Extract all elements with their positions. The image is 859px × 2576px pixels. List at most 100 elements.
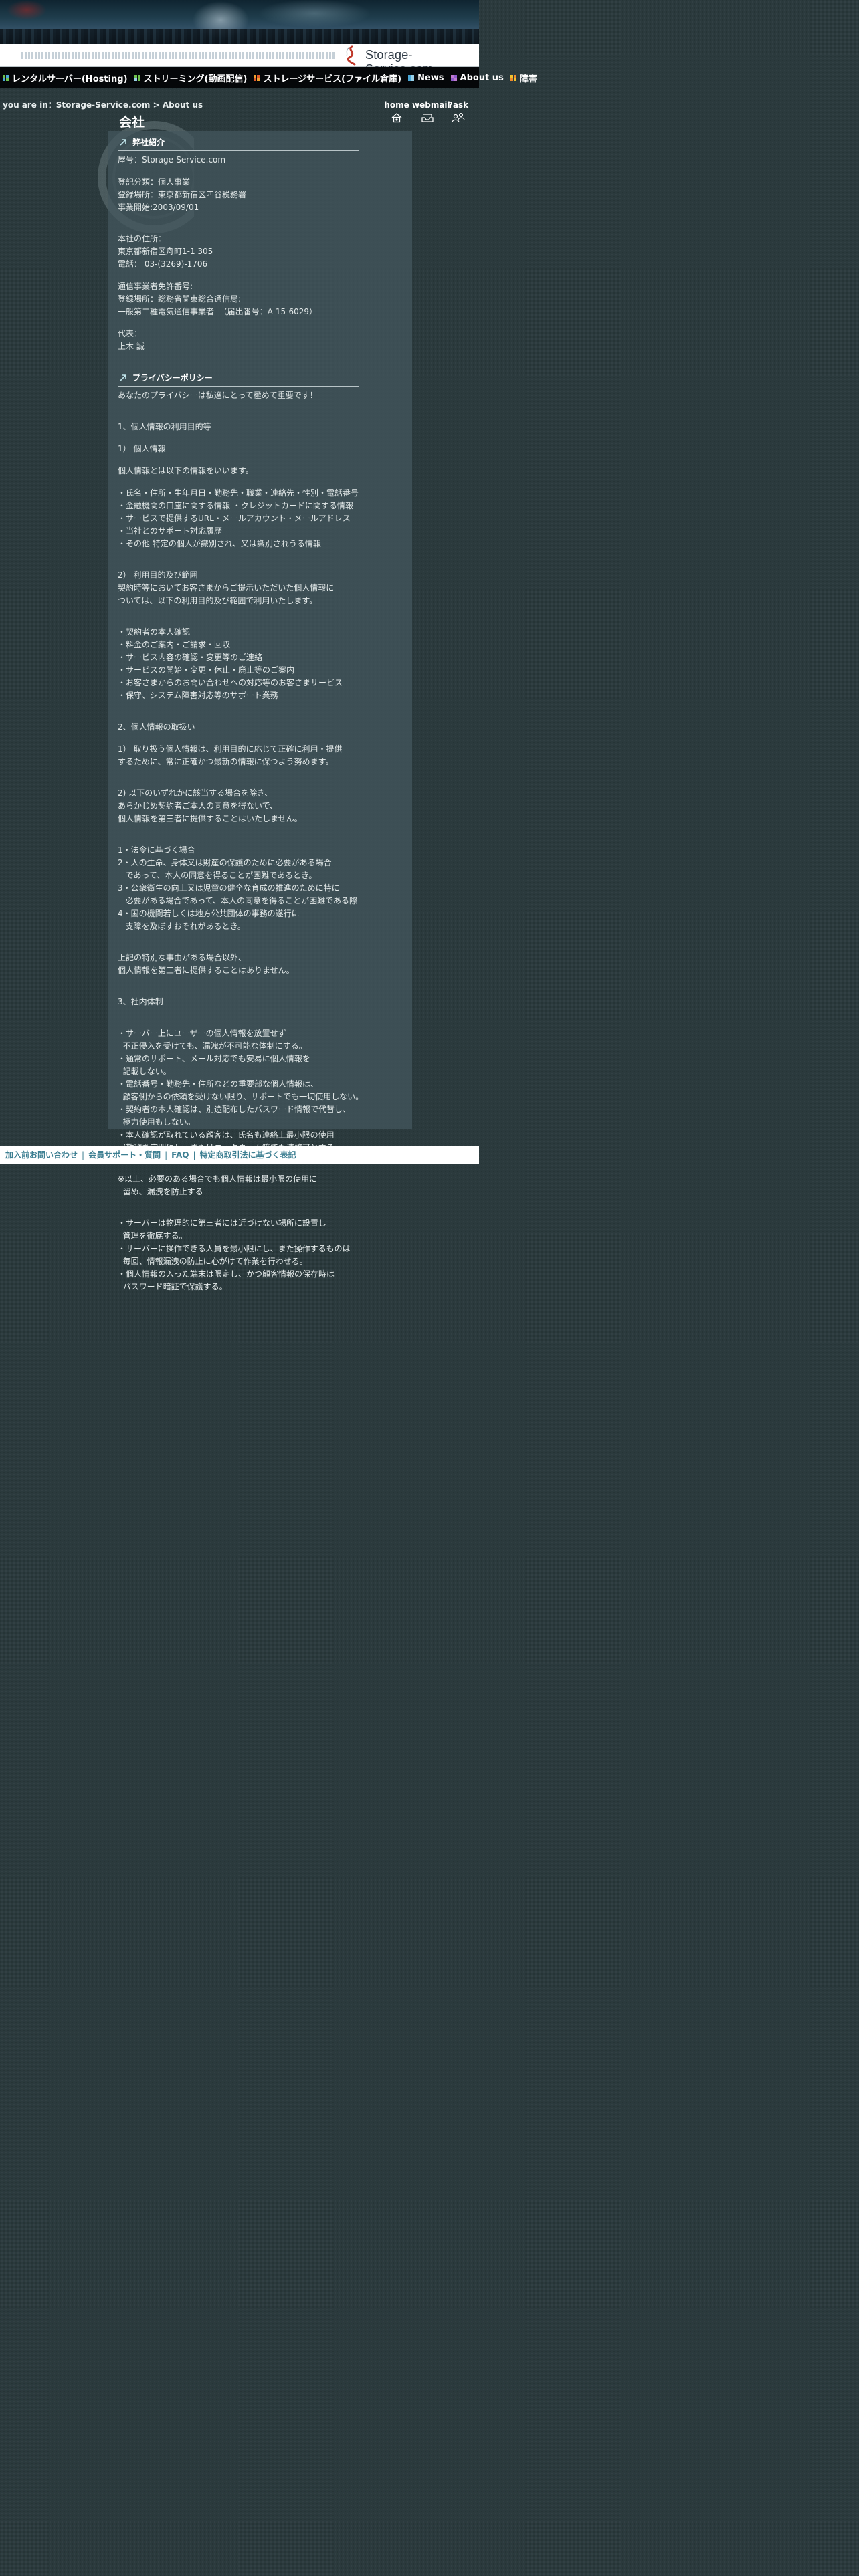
company-info-line xyxy=(118,318,359,328)
privacy-text-line: パスワード暗証で保護する。 xyxy=(118,1282,227,1291)
nav-square-icon xyxy=(3,74,9,81)
nav-item-3[interactable]: News xyxy=(408,73,444,83)
privacy-text-line xyxy=(118,1164,359,1173)
company-info-line: 上木 誠 xyxy=(118,342,145,351)
nav-square-icon xyxy=(450,74,457,81)
privacy-text-line: 契約時等においてお客さまからご提示いただいた個人情報に xyxy=(118,583,335,593)
privacy-text-line: ・金融機関の口座に関する情報 ・クレジットカードに関する情報 xyxy=(118,501,353,510)
nav-square-icon xyxy=(254,74,260,81)
main-nav: レンタルサーバー(Hosting) ストリーミング(動画配信) ストレージサービス(… xyxy=(0,67,537,88)
footer-separator: | xyxy=(165,1150,168,1160)
nav-item-5[interactable]: 障害 xyxy=(510,72,537,84)
company-info-line: 本社の住所： xyxy=(118,234,167,243)
privacy-text-line: 不正侵入を受けても、漏洩が不可能な体制にする。 xyxy=(118,1041,307,1051)
company-info-line xyxy=(118,271,359,280)
privacy-text-line: 4・国の機関若しくは地方公共団体の事務の遂行に xyxy=(118,909,300,918)
privacy-text-line: 3、社内体制 xyxy=(118,997,163,1006)
privacy-text-line xyxy=(118,617,359,626)
privacy-text-line: 毎回、情報漏洩の防止に心がけて作業を行わせる。 xyxy=(118,1257,308,1266)
privacy-text-line xyxy=(118,825,359,835)
privacy-section-heading: プライバシーポリシー xyxy=(118,369,359,387)
privacy-text-line: 必要がある場合であって、本人の同意を得ることが困難である際 xyxy=(118,896,358,905)
privacy-text-line xyxy=(118,550,359,560)
footer-separator: | xyxy=(193,1150,196,1160)
ask-link[interactable]: ?ask xyxy=(443,100,474,123)
nav-item-label: News xyxy=(417,72,444,83)
company-info-line: 事業開始:2003/09/01 xyxy=(118,203,199,212)
privacy-text-line: 2) 以下のいずれかに該当する場合を除き、 xyxy=(118,788,273,798)
banner-crowd-image xyxy=(0,29,479,44)
privacy-text-line: ・電話番号・勤務先・住所などの重要部な個人情報は、 xyxy=(118,1079,319,1089)
privacy-text-line: 個人情報を第三者に提供することはありません。 xyxy=(118,966,294,975)
privacy-text-line: ・保守、システム障害対応等のサポート業務 xyxy=(118,691,278,700)
nav-item-label: About us xyxy=(460,72,504,83)
company-section-heading: 弊社紹介 xyxy=(118,134,359,151)
privacy-text-line: 2、個人情報の取扱い xyxy=(118,722,195,732)
nav-item-1[interactable]: ストリーミング(動画配信) xyxy=(134,72,247,84)
nav-item-label: 障害 xyxy=(519,74,537,84)
arrow-icon xyxy=(120,138,126,146)
privacy-text-line xyxy=(118,986,359,996)
company-info-line: 屋号：Storage-Service.com xyxy=(118,155,226,165)
nav-square-icon xyxy=(510,74,516,81)
footer-link-0[interactable]: 加入前お問い合わせ xyxy=(5,1149,78,1160)
webmail-link[interactable]: webmail xyxy=(412,100,450,123)
privacy-text-line: ・本人確認が取れている顧客は、氏名も連絡上最小限の使用 xyxy=(118,1130,335,1140)
privacy-text-line xyxy=(118,607,359,617)
privacy-text-line xyxy=(118,402,359,411)
footer-link-1[interactable]: 会員サポート・質問 xyxy=(88,1149,161,1160)
privacy-text-line xyxy=(118,712,359,721)
privacy-text-line xyxy=(118,702,359,712)
privacy-text-line: ついては、以下の利用目的及び範囲で利用いたします。 xyxy=(118,596,318,605)
home-link[interactable]: home xyxy=(381,100,412,123)
logo-icon[interactable] xyxy=(343,45,361,66)
privacy-text-line: 3・公衆衛生の向上又は児童の健全な育成の推進のために特に xyxy=(118,883,340,893)
privacy-text-line: ・サーバーは物理的に第三者には近づけない場所に設置し xyxy=(118,1218,326,1228)
company-info-line: 電話： 03-(3269)-1706 xyxy=(118,259,208,269)
mail-tray-icon xyxy=(421,114,434,122)
privacy-text-line: ・氏名・住所・生年月日・勤務先・職業・連絡先・性別・電話番号 xyxy=(118,488,359,498)
company-info-line xyxy=(118,167,359,176)
privacy-text-line xyxy=(118,1008,359,1018)
privacy-text-line: 個人情報とは以下の情報をいいます。 xyxy=(118,466,254,475)
breadcrumb-separator: > xyxy=(150,100,163,110)
footer-link-2[interactable]: FAQ xyxy=(171,1150,189,1160)
privacy-text-line: ・サービス内容の確認・変更等のご連絡 xyxy=(118,653,263,662)
privacy-text-line: であって、本人の同意を得ることが困難であるとき。 xyxy=(118,871,317,880)
privacy-text-line: ・サーバーに操作できる人員を最小限にし、また操作するものは xyxy=(118,1244,351,1253)
company-info-line: 登録場所：東京都新宿区四谷税務署 xyxy=(118,190,247,199)
privacy-text-line: ※以上、必要のある場合でも個人情報は最小限の使用に xyxy=(118,1174,318,1184)
breadcrumb-link-home[interactable]: Storage-Service.com xyxy=(56,100,151,110)
privacy-text-line: ・個人情報の入った端末は限定し、かつ顧客情報の保存時は xyxy=(118,1269,335,1279)
footer-link-3[interactable]: 特定商取引法に基づく表記 xyxy=(199,1149,296,1160)
nav-item-4[interactable]: About us xyxy=(450,72,504,83)
nav-item-2[interactable]: ストレージサービス(ファイル倉庫) xyxy=(254,72,401,84)
privacy-text-line xyxy=(118,1198,359,1208)
privacy-text-line: 2） 利用目的及び範囲 xyxy=(118,570,198,580)
privacy-text-line: あなたのプライバシーは私達にとって極めて重要です！ xyxy=(118,391,318,400)
company-info-line xyxy=(118,214,359,223)
home-label: home xyxy=(384,100,409,110)
privacy-text-line xyxy=(118,933,359,942)
nav-item-0[interactable]: レンタルサーバー(Hosting) xyxy=(3,72,128,84)
privacy-text-line: ・その他 特定の個人が識別され、又は識別されうる情報 xyxy=(118,539,321,548)
privacy-text-line xyxy=(118,411,359,421)
privacy-text-line: ・料金のご案内・ご請求・回収 xyxy=(118,640,231,649)
header-banner xyxy=(0,0,479,44)
privacy-text-line: 個人情報を第三者に提供することはいたしません。 xyxy=(118,814,302,823)
home-icon xyxy=(391,113,402,123)
privacy-text-line xyxy=(118,560,359,569)
privacy-text-line: 極力使用もしない。 xyxy=(118,1117,195,1127)
privacy-text-line: ・お客さまからのお問い合わせへの対応等のお客さまサービス xyxy=(118,678,343,687)
privacy-text-line: 支障を及ぼすおそれがあるとき。 xyxy=(118,922,246,931)
privacy-text-line xyxy=(118,433,359,443)
company-info-line: 代表： xyxy=(118,329,142,338)
utility-links: home webmail ?ask xyxy=(381,100,474,123)
company-info-line: 登録場所：総務省関東総合通信局: xyxy=(118,294,242,304)
company-info-line: 一般第二種電気通信事業者 （届出番号：A-15-6029） xyxy=(118,307,318,316)
main-content: 弊社紹介 屋号：Storage-Service.com 登記分類：個人事業 登録場所… xyxy=(118,134,363,1293)
privacy-text-line xyxy=(118,835,359,844)
privacy-text-line: 記載しない。 xyxy=(118,1067,171,1076)
tagline-graphic xyxy=(21,52,336,59)
arrow-icon xyxy=(120,374,126,381)
